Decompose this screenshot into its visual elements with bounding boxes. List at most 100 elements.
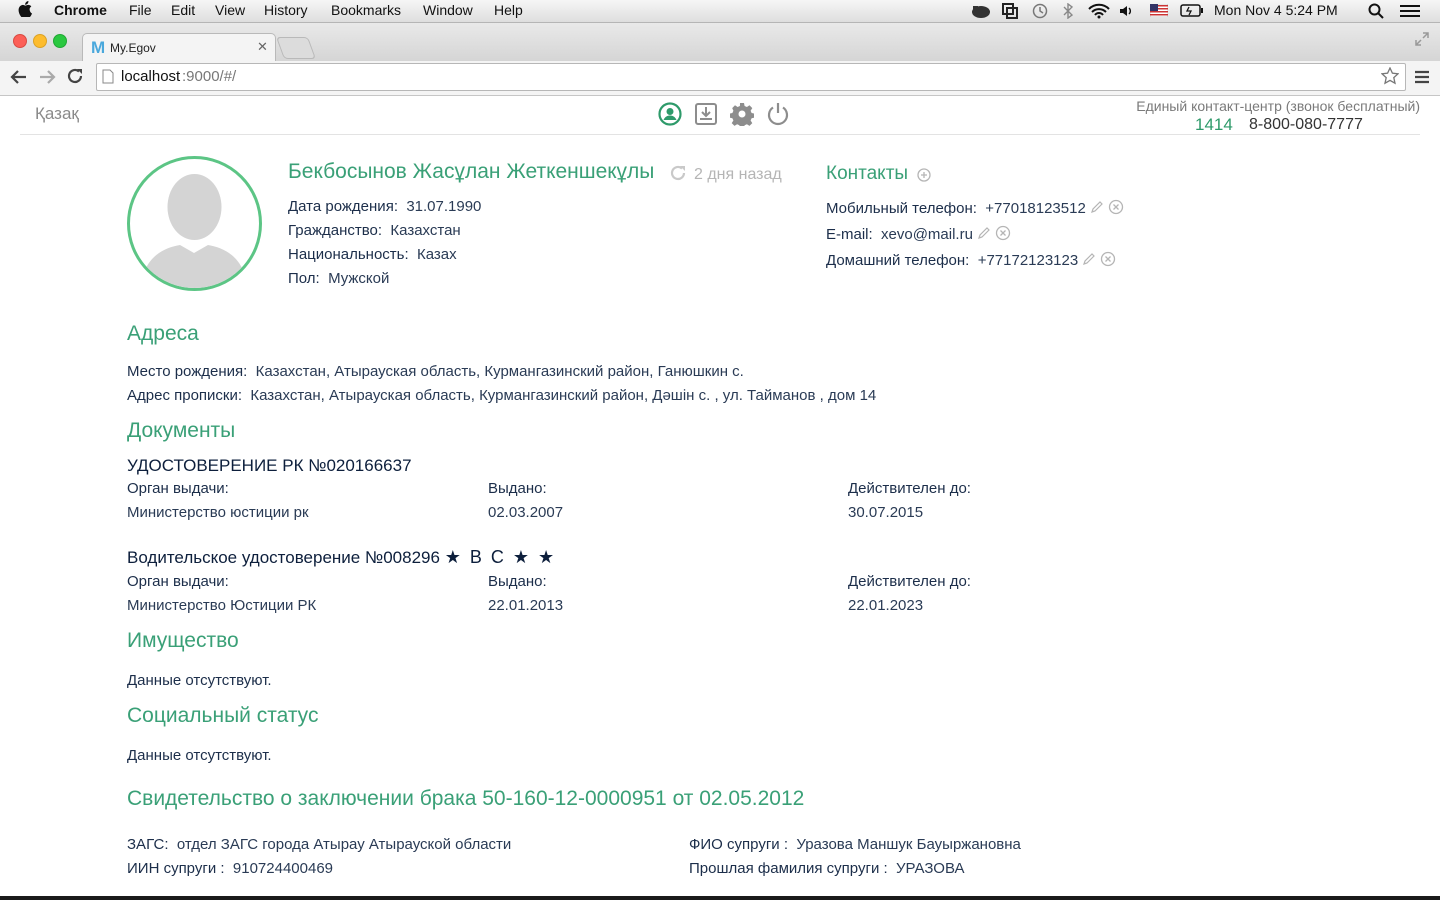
field-label: E-mail:: [826, 225, 873, 243]
contacts-title: Контакты: [826, 163, 909, 184]
document-issued-date: 22.01.2013: [488, 597, 564, 614]
tab-close-icon[interactable]: ✕: [257, 39, 268, 55]
edit-pencil-icon[interactable]: [1082, 252, 1096, 270]
field-label: Прошлая фамилия супруги :: [689, 860, 888, 877]
marriage-certificate-title: Свидетельство о заключении брака 50-160-…: [127, 787, 805, 810]
web-page: Қазақ Единый контакт-центр (звонок беспл…: [0, 96, 1440, 900]
document-name: УДОСТОВЕРЕНИЕ РК №020166637: [127, 456, 412, 475]
address-host: localhost: [121, 68, 181, 85]
field-label: Пол:: [288, 270, 320, 287]
field-value: 910724400469: [232, 860, 333, 877]
menu-bookmarks[interactable]: Bookmarks: [331, 2, 401, 18]
browser-tabbar: M My.Egov ✕: [0, 23, 1440, 62]
field-label: Национальность:: [288, 246, 409, 263]
window-zoom-button[interactable]: [53, 34, 67, 48]
delete-icon[interactable]: [1100, 251, 1116, 271]
menu-history[interactable]: History: [264, 2, 308, 18]
field-label: Домашний телефон:: [826, 251, 970, 269]
menu-file[interactable]: File: [129, 2, 152, 18]
address-bar[interactable]: localhost :9000/#/: [96, 63, 1406, 91]
header-divider: [20, 134, 1420, 135]
marriage-spouse-iin: ИИН супруги : 910724400469: [127, 860, 333, 877]
document-issuer: Министерство юстиции рк: [127, 504, 309, 521]
notification-center-icon[interactable]: [1400, 4, 1420, 21]
profile-field-citizenship: Гражданство: Казахстан: [288, 222, 461, 239]
contact-phone-number: 8-800-080-7777: [1249, 116, 1363, 133]
contact-mobile: Мобильный телефон: +77018123512: [826, 199, 1124, 219]
forward-icon[interactable]: [38, 68, 56, 91]
bluetooth-icon[interactable]: [1062, 2, 1074, 22]
document-issued-label: Выдано:: [488, 480, 547, 497]
time-machine-icon[interactable]: [1032, 3, 1048, 22]
screen-share-icon[interactable]: [1002, 3, 1018, 22]
browser-tab-active[interactable]: M My.Egov ✕: [82, 33, 276, 62]
field-label: Дата рождения:: [288, 198, 398, 215]
window-close-button[interactable]: [13, 34, 27, 48]
property-empty-text: Данные отсутствуют.: [127, 672, 272, 689]
chrome-menu-icon[interactable]: [1414, 69, 1430, 90]
license-categories: ★ B C ★ ★: [444, 547, 557, 567]
menu-edit[interactable]: Edit: [171, 2, 195, 18]
field-value: отдел ЗАГС города Атырау Атырауской обла…: [176, 836, 512, 853]
spotlight-search-icon[interactable]: [1368, 3, 1384, 22]
contact-center-caption: Единый контакт-центр (звонок бесплатный): [1136, 98, 1420, 114]
apple-icon[interactable]: [18, 1, 32, 21]
contact-short-number: 1414: [1195, 115, 1233, 134]
new-tab-button[interactable]: [275, 37, 317, 59]
field-label: ФИО супруги :: [689, 836, 789, 853]
document-valid-date: 30.07.2015: [848, 504, 924, 521]
field-value: +77172123123: [977, 251, 1079, 269]
wifi-icon[interactable]: [1088, 3, 1110, 22]
field-label: Место рождения:: [127, 363, 248, 380]
bookmark-star-icon[interactable]: [1380, 66, 1400, 89]
us-flag-icon[interactable]: [1149, 3, 1169, 20]
profile-field-birthdate: Дата рождения: 31.07.1990: [288, 198, 481, 215]
logout-power-icon[interactable]: [766, 102, 790, 126]
add-contact-icon[interactable]: [917, 168, 931, 187]
document-issued-date: 02.03.2007: [488, 504, 564, 521]
battery-icon[interactable]: [1180, 4, 1204, 20]
avatar[interactable]: [127, 156, 262, 291]
document-issuer-label: Орган выдачи:: [127, 573, 229, 590]
menu-view[interactable]: View: [215, 2, 245, 18]
document-valid-label: Действителен до:: [848, 573, 971, 590]
download-icon[interactable]: [694, 102, 718, 126]
field-value: Уразова Маншук Бауыржановна: [796, 836, 1021, 853]
back-icon[interactable]: [10, 68, 28, 91]
evernote-icon[interactable]: [970, 3, 992, 22]
profile-icon[interactable]: [658, 102, 682, 126]
field-value: Казах: [417, 246, 457, 263]
field-value: +77018123512: [985, 199, 1086, 217]
settings-gear-icon[interactable]: [729, 102, 755, 129]
menubar-clock[interactable]: Mon Nov 4 5:24 PM: [1214, 2, 1338, 18]
profile-updated-time: 2 дня назад: [694, 166, 782, 183]
address-birthplace: Место рождения: Казахстан, Атырауская об…: [127, 363, 744, 380]
address-registration: Адрес прописки: Казахстан, Атырауская об…: [127, 387, 876, 404]
fullscreen-icon[interactable]: [1414, 31, 1430, 52]
window-bottom-edge: [0, 896, 1440, 900]
document-name: Водительское удостоверение №008296 ★ B C…: [127, 547, 556, 568]
tab-favicon: M: [91, 38, 106, 57]
refresh-icon[interactable]: [669, 164, 687, 187]
delete-icon[interactable]: [995, 225, 1011, 245]
edit-pencil-icon[interactable]: [977, 226, 991, 244]
document-title-text: Водительское удостоверение №008296: [127, 548, 440, 567]
page-icon: [102, 69, 114, 88]
menu-window[interactable]: Window: [423, 2, 473, 18]
window-minimize-button[interactable]: [33, 34, 47, 48]
reload-icon[interactable]: [66, 67, 84, 90]
menu-help[interactable]: Help: [494, 2, 523, 18]
addresses-title: Адреса: [127, 322, 199, 345]
edit-pencil-icon[interactable]: [1090, 200, 1104, 218]
social-status-title: Социальный статус: [127, 704, 319, 727]
language-switch-link[interactable]: Қазақ: [35, 104, 79, 124]
menu-app-name[interactable]: Chrome: [54, 2, 107, 18]
delete-icon[interactable]: [1108, 199, 1124, 219]
contact-home-phone: Домашний телефон: +77172123123: [826, 251, 1116, 271]
tab-title: My.Egov: [110, 41, 156, 55]
field-value: УРАЗОВА: [896, 860, 965, 877]
browser-toolbar: localhost :9000/#/: [0, 61, 1440, 96]
volume-icon[interactable]: [1118, 3, 1134, 22]
document-issuer: Министерство Юстиции РК: [127, 597, 317, 614]
field-label: Гражданство:: [288, 222, 383, 239]
